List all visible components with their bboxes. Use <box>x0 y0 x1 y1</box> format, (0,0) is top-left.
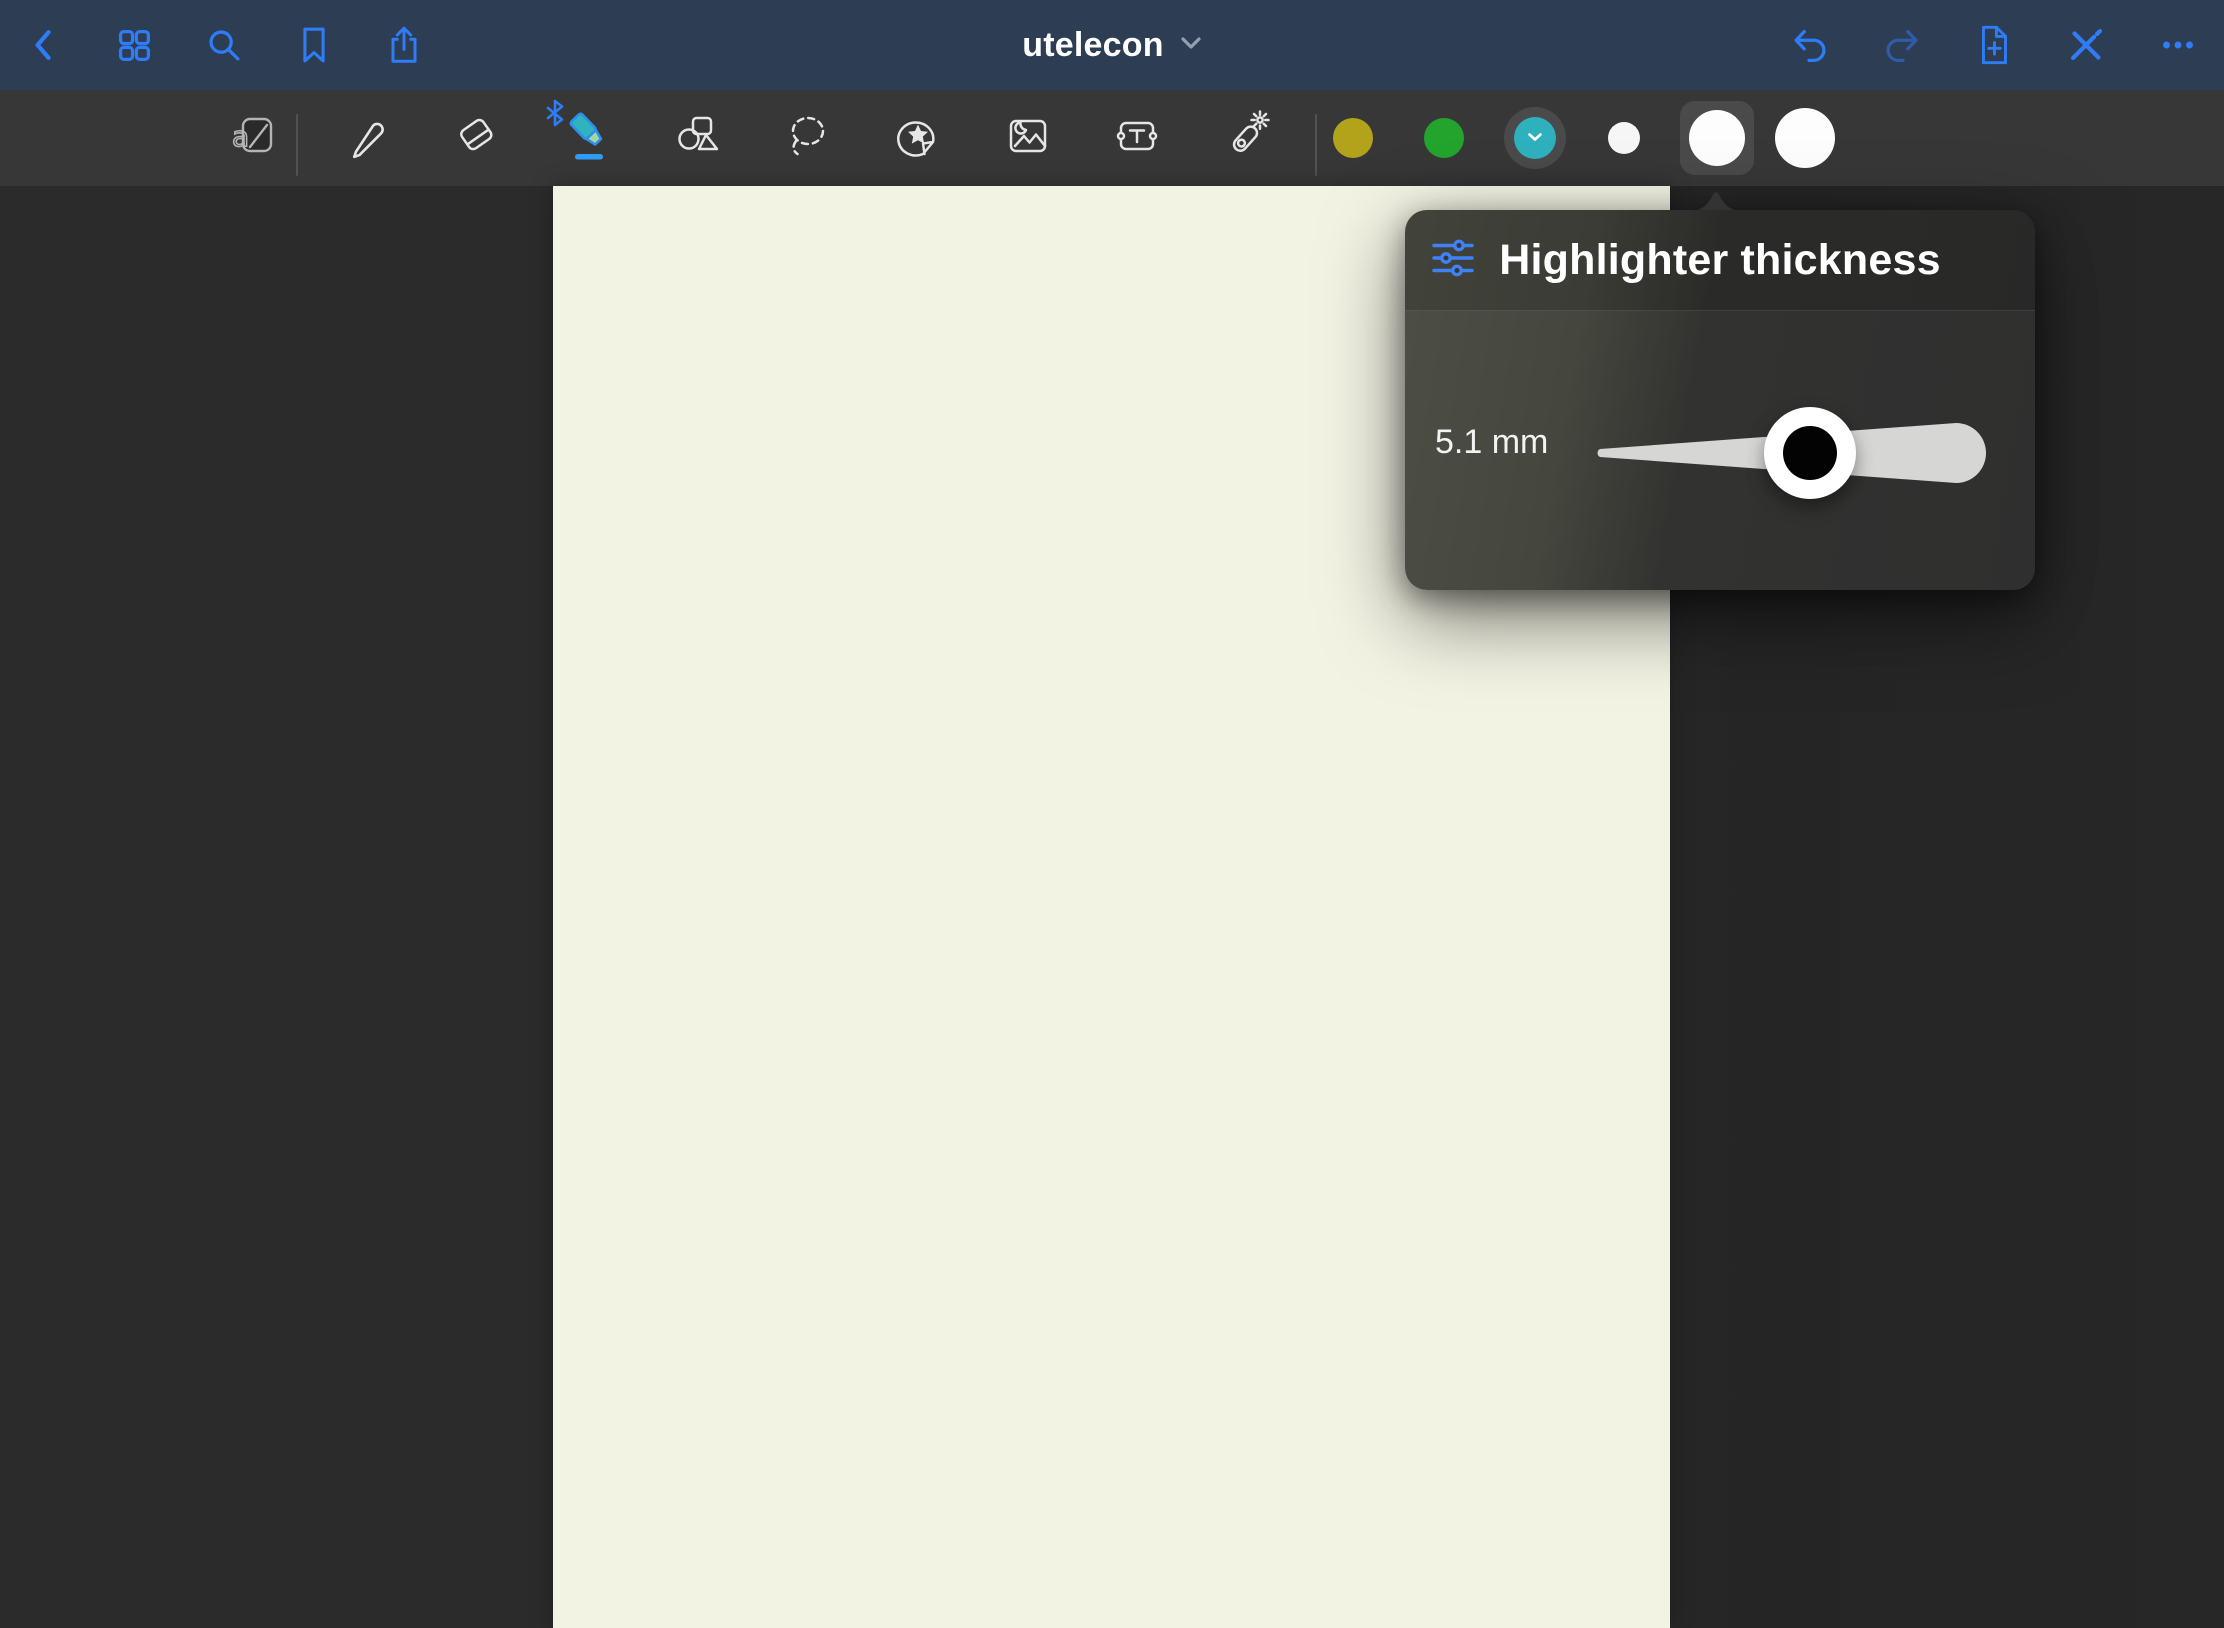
sticker-icon <box>891 109 945 168</box>
back-chevron-icon <box>22 21 66 69</box>
tool-highlighter[interactable] <box>542 90 634 186</box>
tool-pen[interactable] <box>322 90 414 186</box>
image-icon <box>1002 110 1054 167</box>
eraser-icon <box>452 110 504 167</box>
share-icon <box>381 22 427 68</box>
laser-pointer-icon <box>1217 108 1273 169</box>
bluetooth-icon <box>544 98 566 133</box>
swatch-chevron-down-icon <box>1527 129 1543 147</box>
more-button[interactable] <box>2154 21 2202 69</box>
share-button[interactable] <box>380 21 428 69</box>
back-button[interactable] <box>20 21 68 69</box>
thickness-medium-circle <box>1689 110 1745 166</box>
slider-thumb[interactable] <box>1764 407 1856 499</box>
pen-icon <box>343 111 393 166</box>
sliders-icon <box>1431 236 1475 280</box>
toolbar-divider <box>1315 114 1317 176</box>
stylus-mode-button[interactable] <box>2062 21 2110 69</box>
color-swatch-yellow[interactable] <box>1333 118 1373 158</box>
svg-text:a: a <box>232 120 249 153</box>
bookmark-icon <box>291 22 337 68</box>
tool-laser-pointer[interactable] <box>1199 90 1291 186</box>
document-title[interactable]: utelecon <box>1022 26 1163 65</box>
lasso-icon <box>782 110 834 167</box>
nav-left-group <box>20 0 428 90</box>
slider-thumb-dot <box>1783 426 1837 480</box>
slider-track <box>1405 311 2035 590</box>
thickness-preset-small[interactable] <box>1608 122 1640 154</box>
popover-title: Highlighter thickness <box>1405 236 2035 285</box>
highlighter-thickness-popover: Highlighter thickness 5.1 mm <box>1405 210 2035 590</box>
stylus-crossed-icon <box>2063 22 2109 68</box>
tool-sticker[interactable] <box>872 90 964 186</box>
thickness-preset-large[interactable] <box>1775 108 1835 168</box>
nav-right-group <box>1786 0 2202 90</box>
redo-button[interactable] <box>1878 21 1926 69</box>
ellipsis-icon <box>2155 22 2201 68</box>
read-only-mode-icon: a <box>229 110 281 167</box>
color-swatch-green[interactable] <box>1424 118 1464 158</box>
navigation-bar: utelecon <box>0 0 2224 90</box>
tools-toolbar: a <box>0 90 2224 186</box>
undo-button[interactable] <box>1786 21 1834 69</box>
app-window: utelecon a <box>0 0 2224 1628</box>
search-button[interactable] <box>200 21 248 69</box>
popover-header: Highlighter thickness <box>1405 210 2035 311</box>
undo-icon <box>1787 22 1833 68</box>
add-page-icon <box>1971 22 2017 68</box>
redo-icon <box>1879 22 1925 68</box>
bookmark-button[interactable] <box>290 21 338 69</box>
highlighter-icon <box>561 108 615 169</box>
text-icon <box>1110 109 1164 168</box>
search-icon <box>201 22 247 68</box>
tool-text[interactable] <box>1091 90 1183 186</box>
thickness-slider[interactable] <box>1405 311 2035 590</box>
popover-body: 5.1 mm <box>1405 311 2035 590</box>
page-thumbnails-button[interactable] <box>110 21 158 69</box>
color-swatch-teal-selected[interactable] <box>1504 107 1566 169</box>
add-page-button[interactable] <box>1970 21 2018 69</box>
popover-arrow <box>1692 187 1740 211</box>
thickness-preset-medium-selected[interactable] <box>1680 101 1754 175</box>
tool-eraser[interactable] <box>432 90 524 186</box>
grid-icon <box>111 22 157 68</box>
title-chevron-down-icon[interactable] <box>1180 36 1202 55</box>
tool-image[interactable] <box>982 90 1074 186</box>
teal-swatch-circle <box>1514 117 1556 159</box>
tool-read-only-mode[interactable]: a <box>209 90 301 186</box>
tool-shapes[interactable] <box>652 90 744 186</box>
tool-lasso[interactable] <box>762 90 854 186</box>
shapes-icon <box>672 110 724 167</box>
toolbar-divider <box>296 114 298 176</box>
